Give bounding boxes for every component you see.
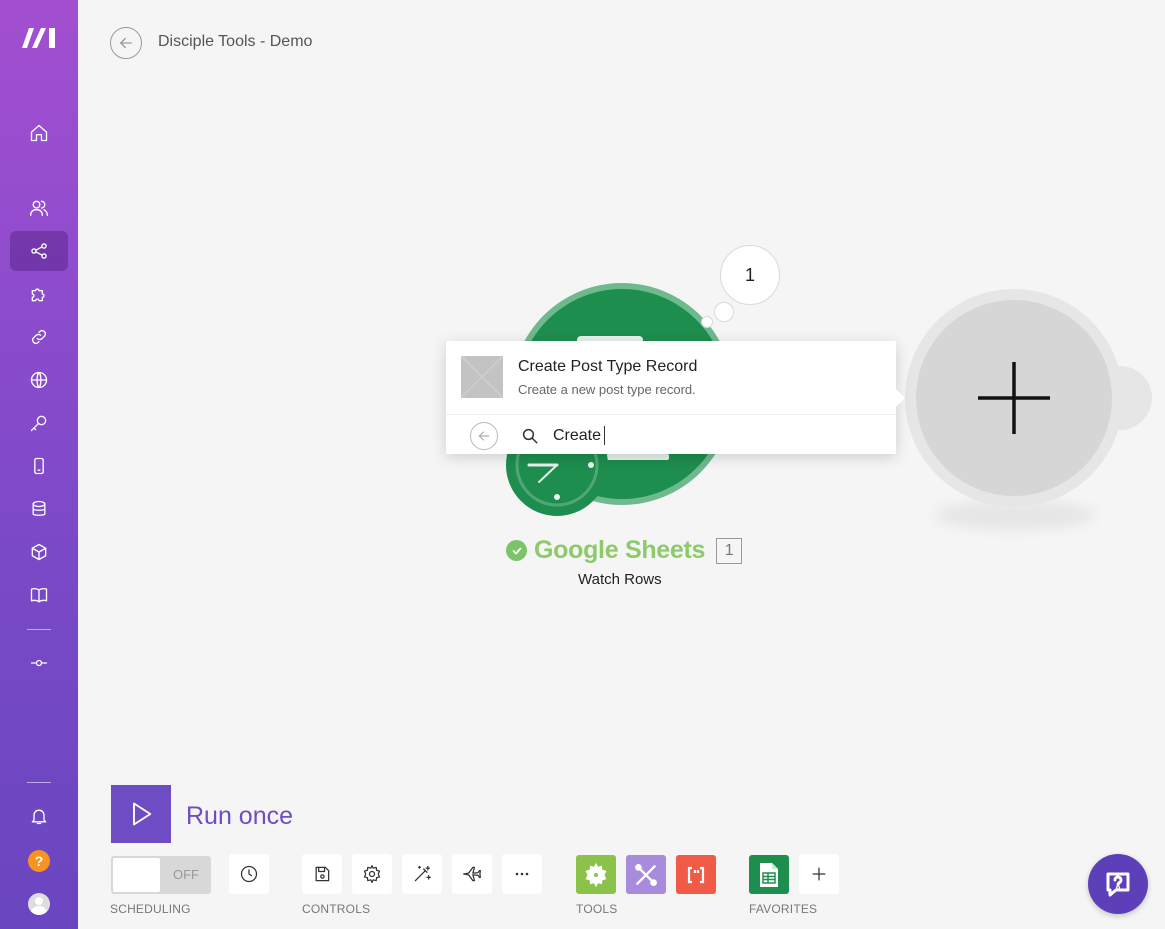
plus-icon: [978, 362, 1050, 434]
link-icon: [32, 330, 46, 344]
sidebar-divider: [27, 782, 51, 783]
book-icon: [30, 587, 48, 603]
puzzle-icon: [31, 288, 45, 302]
database-icon: [32, 500, 46, 516]
key-icon: [30, 415, 47, 432]
schedule-settings-button[interactable]: [229, 854, 269, 894]
save-button[interactable]: [302, 854, 342, 894]
module-id-badge: 1: [716, 537, 743, 564]
section-label-favorites: FAVORITES: [749, 902, 818, 916]
more-horizontal-icon: [515, 872, 529, 876]
plus-icon: [812, 867, 826, 881]
chat-support-button[interactable]: [1088, 854, 1148, 914]
section-label-controls: CONTROLS: [302, 902, 371, 916]
sidebar-item-templates[interactable]: [10, 274, 68, 314]
add-module-button[interactable]: [916, 300, 1112, 496]
tools-tool[interactable]: [626, 855, 666, 894]
arrow-left-icon: [120, 37, 132, 49]
sidebar-item-webhooks[interactable]: [10, 360, 68, 400]
arrow-left-icon: [478, 431, 490, 441]
result-title: Create Post Type Record: [518, 358, 698, 375]
sidebar-item-profile[interactable]: [10, 884, 68, 924]
text-parser-tool[interactable]: [676, 855, 716, 894]
google-sheets-icon: [760, 862, 778, 887]
sidebar-item-docs[interactable]: [10, 575, 68, 615]
scenario-title[interactable]: Disciple Tools - Demo: [158, 33, 312, 51]
avatar: [28, 893, 50, 915]
module-label: Google Sheets 1: [506, 536, 743, 565]
magic-wand-icon: [414, 865, 431, 882]
search-icon: [522, 428, 538, 444]
text-caret: [604, 426, 605, 445]
globe-icon: [30, 371, 48, 389]
toggle-label: OFF: [173, 867, 199, 882]
home-icon: [30, 124, 48, 142]
bubble-dot: [701, 316, 713, 328]
auto-align-button[interactable]: [402, 854, 442, 894]
brackets-icon: [687, 866, 705, 883]
back-button[interactable]: [110, 27, 142, 59]
airplane-icon: [463, 866, 481, 882]
bubble-dot: [714, 302, 734, 322]
make-logo[interactable]: [20, 24, 58, 50]
explain-flow-button[interactable]: [452, 854, 492, 894]
sidebar-item-notifications[interactable]: [10, 796, 68, 836]
gear-icon: [585, 862, 607, 887]
sidebar-item-keys[interactable]: [10, 403, 68, 443]
module-search-input[interactable]: [553, 425, 873, 447]
module-search-popup: Create Post Type Record Create a new pos…: [446, 341, 905, 454]
share-icon: [31, 243, 47, 259]
wrench-screwdriver-icon: [635, 863, 657, 886]
favorite-google-sheets[interactable]: [749, 855, 789, 894]
sidebar-divider: [27, 629, 51, 630]
module-action-name: Watch Rows: [578, 571, 662, 588]
app-placeholder-icon: [460, 355, 504, 399]
users-icon: [30, 200, 48, 217]
operation-count-bubble[interactable]: 1: [720, 245, 780, 305]
help-icon: ?: [28, 850, 50, 872]
sidebar: ?: [0, 0, 78, 929]
flow-control-tool[interactable]: [576, 855, 616, 894]
section-label-tools: TOOLS: [576, 902, 618, 916]
more-options-button[interactable]: [502, 854, 542, 894]
sidebar-item-scenarios[interactable]: [10, 231, 68, 271]
run-once-label[interactable]: Run once: [186, 802, 293, 831]
add-favorite-button[interactable]: [799, 854, 839, 894]
commit-icon: [30, 659, 48, 667]
sidebar-item-flow[interactable]: [10, 643, 68, 683]
search-result-item[interactable]: Create Post Type Record Create a new pos…: [446, 341, 896, 415]
scheduling-toggle[interactable]: OFF: [111, 856, 211, 894]
sidebar-item-data-structures[interactable]: [10, 532, 68, 572]
sidebar-item-devices[interactable]: [10, 446, 68, 486]
sidebar-item-help[interactable]: ?: [10, 841, 68, 881]
sidebar-item-home[interactable]: [10, 113, 68, 153]
module-app-name: Google Sheets: [534, 536, 706, 564]
chat-help-icon: [1106, 872, 1130, 897]
popup-back-button[interactable]: [470, 422, 498, 450]
run-once-button[interactable]: [111, 785, 171, 843]
sidebar-item-team[interactable]: [10, 188, 68, 228]
sheet-graphic: [605, 454, 669, 460]
sidebar-item-connections[interactable]: [10, 317, 68, 357]
sidebar-item-data-stores[interactable]: [10, 489, 68, 529]
gear-icon: [363, 865, 381, 883]
clock-icon: [240, 865, 258, 883]
bell-icon: [31, 809, 47, 825]
check-icon: [506, 540, 527, 561]
phone-icon: [34, 457, 44, 475]
toggle-knob: [113, 858, 160, 892]
play-icon: [133, 802, 152, 826]
cube-icon: [31, 543, 47, 561]
result-description: Create a new post type record.: [518, 382, 696, 397]
save-icon: [315, 866, 330, 882]
section-label-scheduling: SCHEDULING: [110, 902, 191, 916]
settings-button[interactable]: [352, 854, 392, 894]
